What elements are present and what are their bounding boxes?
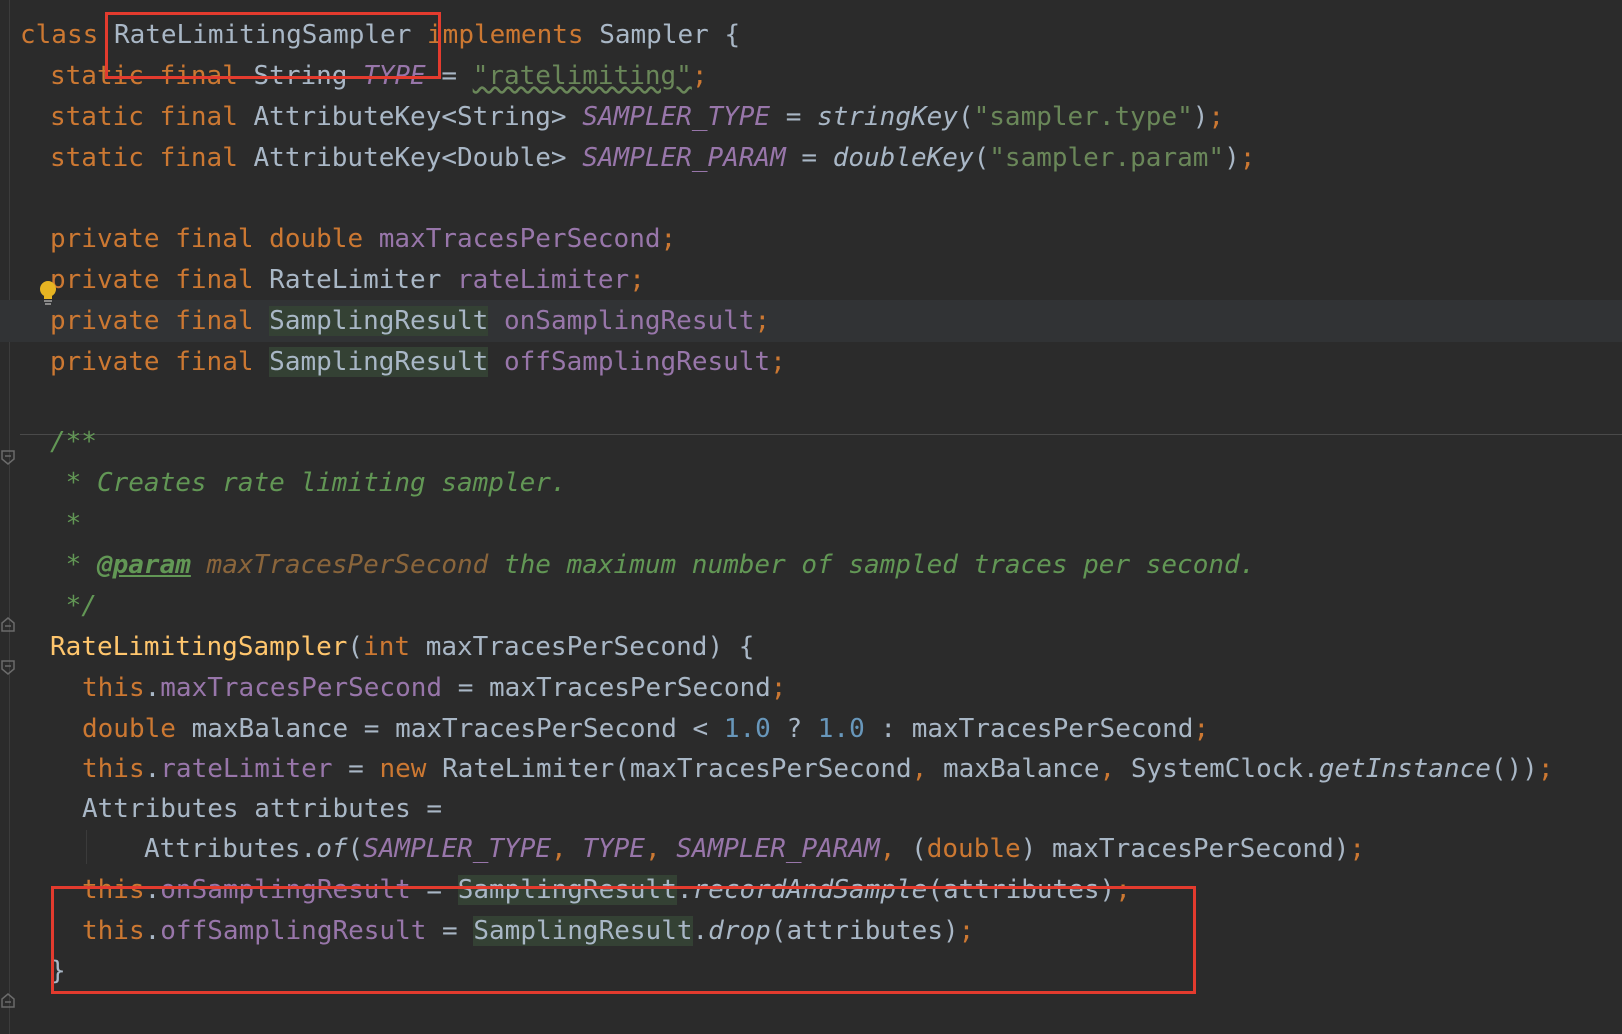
interface-name[interactable]: Sampler xyxy=(599,20,709,50)
string-key-call[interactable]: stringKey xyxy=(817,102,958,132)
sampling-result-type[interactable]: SamplingResult xyxy=(269,347,489,377)
method-separator xyxy=(20,434,1622,435)
doc-param-name: maxTracesPerSecond xyxy=(206,550,489,580)
sampling-result-type[interactable]: SamplingResult xyxy=(269,306,489,336)
param-name[interactable]: maxTracesPerSecond xyxy=(426,632,708,662)
double-keyword: double xyxy=(269,224,364,254)
this-keyword: this xyxy=(82,673,145,703)
javadoc-line[interactable]: * xyxy=(50,503,82,545)
static-keyword: static xyxy=(50,143,144,173)
sampler-type-line[interactable]: static final AttributeKey<String> SAMPLE… xyxy=(50,96,1224,138)
final-keyword: final xyxy=(175,306,254,336)
of-call[interactable]: of xyxy=(316,834,347,864)
max-traces-field-line[interactable]: private final double maxTracesPerSecond; xyxy=(50,218,676,260)
number-literal: 1.0 xyxy=(817,714,865,744)
javadoc-param-line[interactable]: * @param maxTracesPerSecond the maximum … xyxy=(50,544,1256,586)
sampler-type-string: "sampler.type" xyxy=(973,102,1193,132)
javadoc-line[interactable]: * Creates rate limiting sampler. xyxy=(50,462,567,504)
sampler-type-constant[interactable]: SAMPLER_TYPE xyxy=(363,834,551,864)
type-constant[interactable]: TYPE xyxy=(582,834,645,864)
final-keyword: final xyxy=(175,347,254,377)
max-traces-field[interactable]: maxTracesPerSecond xyxy=(160,673,442,703)
this-keyword: this xyxy=(82,754,145,784)
class-name-highlight-box xyxy=(105,12,441,79)
private-keyword: private xyxy=(50,224,160,254)
sampler-param-line[interactable]: static final AttributeKey<Double> SAMPLE… xyxy=(50,137,1255,179)
sampling-result-highlight-box xyxy=(51,886,1196,994)
system-clock-type[interactable]: SystemClock xyxy=(1131,754,1303,784)
private-keyword: private xyxy=(50,306,160,336)
param-reference[interactable]: maxTracesPerSecond xyxy=(1052,834,1334,864)
max-traces-field[interactable]: maxTracesPerSecond xyxy=(379,224,661,254)
doc-open: /** xyxy=(50,427,97,457)
doc-param-tag[interactable]: @param xyxy=(97,550,191,580)
attribute-key-type[interactable]: AttributeKey<String> xyxy=(254,102,567,132)
attributes-var[interactable]: attributes xyxy=(254,794,411,824)
attributes-decl-line[interactable]: Attributes attributes = xyxy=(82,788,442,830)
double-keyword: double xyxy=(926,834,1021,864)
final-keyword: final xyxy=(175,265,254,295)
max-balance-var[interactable]: maxBalance xyxy=(943,754,1100,784)
max-balance-line[interactable]: double maxBalance = maxTracesPerSecond <… xyxy=(82,708,1209,750)
param-reference[interactable]: maxTracesPerSecond xyxy=(489,673,771,703)
final-keyword: final xyxy=(159,143,238,173)
param-reference[interactable]: maxTracesPerSecond xyxy=(912,714,1194,744)
fold-icon[interactable] xyxy=(0,659,16,675)
fold-icon[interactable] xyxy=(0,993,16,1009)
attribute-key-type[interactable]: AttributeKey<Double> xyxy=(254,143,567,173)
off-result-field-line[interactable]: private final SamplingResult offSampling… xyxy=(50,341,786,383)
sampler-param-constant[interactable]: SAMPLER_PARAM xyxy=(582,143,786,173)
final-keyword: final xyxy=(175,224,254,254)
doc-close: */ xyxy=(50,591,97,621)
number-literal: 1.0 xyxy=(723,714,771,744)
int-keyword: int xyxy=(363,632,411,662)
constructor-name[interactable]: RateLimitingSampler xyxy=(50,632,347,662)
rate-limiter-field-line[interactable]: private final RateLimiter rateLimiter; xyxy=(50,259,645,301)
rate-limiter-type[interactable]: RateLimiter xyxy=(269,265,441,295)
doc-star: * xyxy=(50,550,97,580)
final-keyword: final xyxy=(159,102,238,132)
double-key-call[interactable]: doubleKey xyxy=(833,143,974,173)
constructor-signature-line[interactable]: RateLimitingSampler(int maxTracesPerSeco… xyxy=(50,626,754,668)
static-keyword: static xyxy=(50,102,144,132)
indent-guide xyxy=(86,830,87,864)
get-instance-call[interactable]: getInstance xyxy=(1319,754,1491,784)
javadoc-close[interactable]: */ xyxy=(50,585,97,627)
doc-param-desc: the maximum number of sampled traces per… xyxy=(488,550,1256,580)
open-brace: { xyxy=(724,20,741,50)
ratelimiting-string: "ratelimiting" xyxy=(472,61,692,91)
sampler-param-constant[interactable]: SAMPLER_PARAM xyxy=(676,834,880,864)
doc-star: * xyxy=(50,509,82,539)
code-editor[interactable]: class RateLimitingSampler implements Sam… xyxy=(0,0,1622,1034)
double-keyword: double xyxy=(82,714,176,744)
class-keyword: class xyxy=(20,20,99,50)
fold-icon[interactable] xyxy=(0,449,16,465)
implements-keyword: implements xyxy=(427,20,584,50)
private-keyword: private xyxy=(50,265,160,295)
rate-limiter-type[interactable]: RateLimiter xyxy=(442,754,614,784)
off-sampling-result-field[interactable]: offSamplingResult xyxy=(504,347,770,377)
assign-max-traces-line[interactable]: this.maxTracesPerSecond = maxTracesPerSe… xyxy=(82,667,786,709)
rate-limiter-init-line[interactable]: this.rateLimiter = new RateLimiter(maxTr… xyxy=(82,748,1554,790)
new-keyword: new xyxy=(379,754,427,784)
on-result-field-line[interactable]: private final SamplingResult onSamplingR… xyxy=(0,300,1622,342)
on-sampling-result-field[interactable]: onSamplingResult xyxy=(504,306,754,336)
lightbulb-icon[interactable] xyxy=(38,280,58,306)
doc-description: * Creates rate limiting sampler. xyxy=(50,468,567,498)
fold-icon[interactable] xyxy=(0,617,16,633)
param-reference[interactable]: maxTracesPerSecond xyxy=(395,714,677,744)
open-brace: { xyxy=(738,632,755,662)
attributes-type[interactable]: Attributes xyxy=(144,834,301,864)
private-keyword: private xyxy=(50,347,160,377)
attributes-type[interactable]: Attributes xyxy=(82,794,239,824)
sampler-type-constant[interactable]: SAMPLER_TYPE xyxy=(582,102,770,132)
rate-limiter-field[interactable]: rateLimiter xyxy=(160,754,332,784)
attributes-of-line[interactable]: Attributes.of(SAMPLER_TYPE, TYPE, SAMPLE… xyxy=(144,828,1365,870)
rate-limiter-field[interactable]: rateLimiter xyxy=(457,265,629,295)
sampler-param-string: "sampler.param" xyxy=(989,143,1225,173)
max-balance-var[interactable]: maxBalance xyxy=(192,714,349,744)
javadoc-open[interactable]: /** xyxy=(50,421,97,463)
param-reference[interactable]: maxTracesPerSecond xyxy=(630,754,912,784)
